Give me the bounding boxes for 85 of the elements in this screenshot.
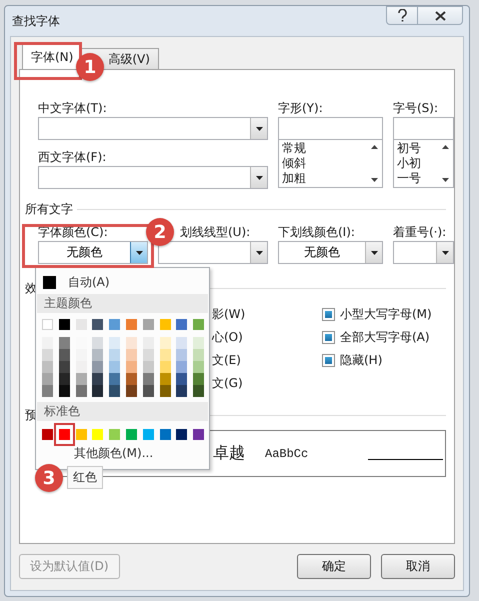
field-label: 字形(Y): xyxy=(278,100,324,117)
size-input[interactable] xyxy=(393,117,454,140)
color-shades[interactable] xyxy=(58,337,70,397)
section-title: 所有文字 xyxy=(25,201,73,218)
style-list[interactable]: 常规 倾斜 加粗 xyxy=(278,140,383,188)
caret-icon xyxy=(256,176,262,180)
field-label: 下划线颜色(I): xyxy=(278,224,356,241)
list-item[interactable]: 初号 xyxy=(397,141,434,156)
menu-header: 标准色 xyxy=(37,402,208,421)
preview-text: AaBbCc xyxy=(265,446,308,460)
dropdown[interactable]: 无颜色 xyxy=(38,241,148,264)
color-shades[interactable] xyxy=(176,337,188,397)
dropdown[interactable] xyxy=(158,241,268,264)
dialog-button[interactable]: 确定 xyxy=(297,554,371,579)
field-label: 字体颜色(C): xyxy=(38,224,109,241)
scroll-up-icon[interactable] xyxy=(442,145,448,149)
caret-icon xyxy=(136,250,142,254)
checkbox[interactable] xyxy=(322,308,335,321)
color-swatch[interactable] xyxy=(193,429,204,440)
color-swatch[interactable] xyxy=(54,423,75,446)
color-swatch[interactable] xyxy=(109,319,120,330)
help-button[interactable] xyxy=(386,6,418,25)
menu-item[interactable]: 其他颜色(M)... xyxy=(40,444,205,460)
color-shades[interactable] xyxy=(109,337,120,397)
caret-icon xyxy=(256,250,262,254)
dialog-button[interactable]: 取消 xyxy=(381,554,455,579)
color-shades[interactable] xyxy=(142,337,154,397)
color-swatch[interactable] xyxy=(92,319,104,330)
checkbox-label: 隐藏(H) xyxy=(340,352,382,369)
color-swatch[interactable] xyxy=(176,319,188,330)
scroll-down-icon[interactable] xyxy=(370,178,378,182)
color-swatch[interactable] xyxy=(126,429,137,440)
field-label: 字号(S): xyxy=(393,100,440,117)
field-label: 划线线型(U): xyxy=(180,224,252,241)
color-swatch[interactable] xyxy=(109,429,120,440)
color-swatch[interactable] xyxy=(142,319,154,330)
scroll-down-icon[interactable] xyxy=(442,178,448,182)
color-swatch[interactable] xyxy=(76,429,87,440)
caret-icon xyxy=(256,126,262,130)
color-swatch[interactable] xyxy=(160,319,171,330)
color-swatch[interactable] xyxy=(58,319,70,330)
checkbox-label: 文(G) xyxy=(212,375,243,392)
color-shades[interactable] xyxy=(42,337,53,397)
field-label: 中文字体(T): xyxy=(38,100,108,117)
checkbox[interactable] xyxy=(322,354,335,367)
field-label: 西文字体(F): xyxy=(38,149,108,166)
size-list[interactable]: 初号 小初 一号 xyxy=(393,140,454,188)
scroll-up-icon[interactable] xyxy=(370,145,378,149)
menu-item[interactable]: 自动(A) xyxy=(40,273,205,291)
color-shades[interactable] xyxy=(193,337,204,397)
field-label: 着重号(·): xyxy=(393,224,448,241)
checkbox-label: 小型大写字母(M) xyxy=(340,306,432,323)
color-swatch[interactable] xyxy=(142,429,154,440)
list-item[interactable]: 小初 xyxy=(397,156,434,171)
caret-icon xyxy=(442,250,448,254)
color-shades[interactable] xyxy=(126,337,137,397)
list-item[interactable]: 加粗 xyxy=(282,171,363,186)
help-icon xyxy=(398,9,406,22)
checkbox-label: 文(E) xyxy=(212,352,241,369)
menu-header: 主题颜色 xyxy=(37,294,208,313)
window-title: 查找字体 xyxy=(12,12,61,30)
dropdown-value: 无颜色 xyxy=(303,244,341,261)
color-swatch[interactable] xyxy=(92,429,104,440)
color-shades[interactable] xyxy=(92,337,104,397)
color-swatch[interactable] xyxy=(193,319,204,330)
close-icon xyxy=(434,10,446,20)
checkbox[interactable] xyxy=(322,331,335,344)
close-button[interactable] xyxy=(418,6,463,25)
caret-icon xyxy=(370,250,378,254)
preview-text: 卓越 xyxy=(213,443,245,464)
list-item[interactable]: 常规 xyxy=(282,141,363,156)
color-swatch[interactable] xyxy=(126,319,137,330)
checkbox-label: 全部大写字母(A) xyxy=(340,329,430,346)
color-swatch[interactable] xyxy=(160,429,171,440)
checkbox-label: 心(O) xyxy=(212,329,243,346)
dropdown-value: 无颜色 xyxy=(66,244,104,261)
tooltip: 红色 xyxy=(67,466,103,489)
list-item[interactable]: 一号 xyxy=(397,171,434,186)
checkbox-label: 影(W) xyxy=(212,306,246,323)
list-item[interactable]: 倾斜 xyxy=(282,156,363,171)
color-shades[interactable] xyxy=(160,337,171,397)
dropdown[interactable]: 无颜色 xyxy=(278,241,383,264)
color-swatch[interactable] xyxy=(42,429,53,440)
color-swatch[interactable] xyxy=(176,429,188,440)
style-input[interactable] xyxy=(278,117,383,140)
